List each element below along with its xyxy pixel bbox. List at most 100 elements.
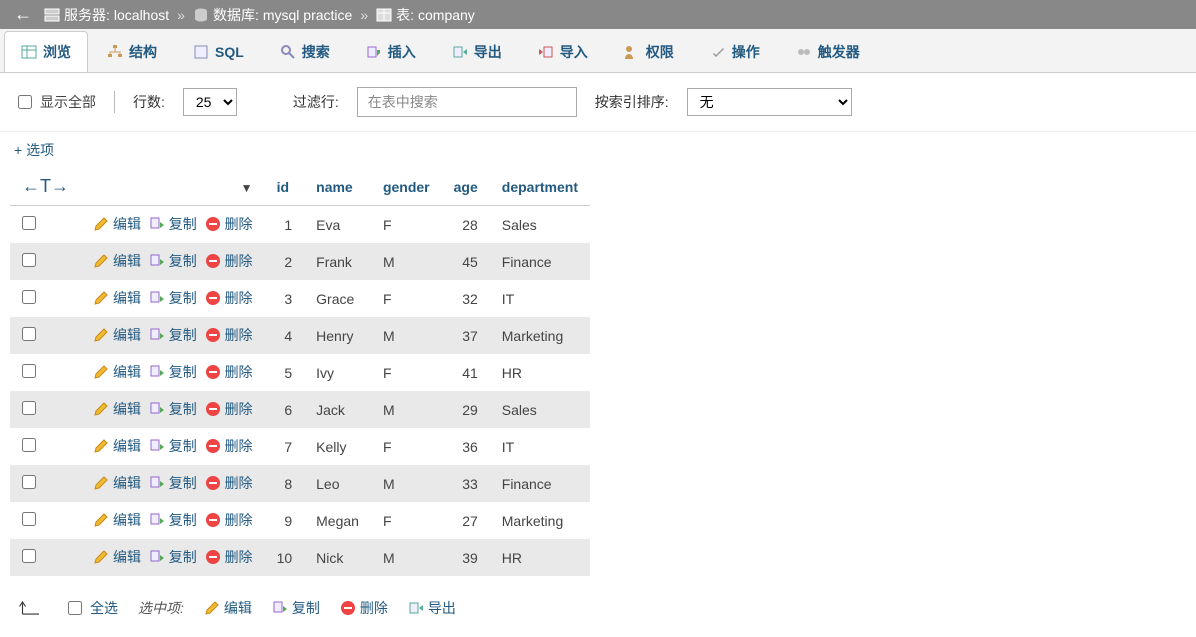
breadcrumb-sep: » xyxy=(177,7,185,23)
options-toggle[interactable]: + 选项 xyxy=(0,132,68,168)
cell-id: 1 xyxy=(265,206,305,244)
cell-department: IT xyxy=(490,280,590,317)
row-edit[interactable]: 编辑 xyxy=(93,325,141,345)
tab-import[interactable]: 导入 xyxy=(521,31,605,72)
tab-triggers[interactable]: 触发器 xyxy=(779,31,877,72)
col-arrows[interactable]: ←T→ xyxy=(10,168,81,206)
row-checkbox[interactable] xyxy=(22,475,36,489)
row-edit[interactable]: 编辑 xyxy=(93,362,141,382)
delete-icon xyxy=(205,253,221,269)
col-name[interactable]: name xyxy=(304,168,371,206)
cell-name: Nick xyxy=(304,539,371,576)
filter-label: 过滤行: xyxy=(293,92,339,112)
results-table: ←T→ ▼ id name gender age department 编辑 复… xyxy=(10,168,590,576)
tab-browse[interactable]: 浏览 xyxy=(4,31,88,72)
row-delete[interactable]: 删除 xyxy=(205,362,253,382)
cell-id: 8 xyxy=(265,465,305,502)
check-all[interactable]: 全选 xyxy=(68,598,118,618)
toolbar-sep xyxy=(114,91,115,113)
insert-icon xyxy=(366,44,382,60)
row-edit[interactable]: 编辑 xyxy=(93,214,141,234)
delete-icon xyxy=(205,475,221,491)
breadcrumb-table[interactable]: 表: company xyxy=(376,5,475,25)
row-copy[interactable]: 复制 xyxy=(149,251,197,271)
pencil-icon xyxy=(204,600,220,616)
row-edit[interactable]: 编辑 xyxy=(93,473,141,493)
row-delete[interactable]: 删除 xyxy=(205,510,253,530)
breadcrumb-server[interactable]: 服务器: localhost xyxy=(44,5,169,25)
tab-operations[interactable]: 操作 xyxy=(693,31,777,72)
pencil-icon xyxy=(93,512,109,528)
rows-select[interactable]: 25 xyxy=(183,88,237,116)
row-delete[interactable]: 删除 xyxy=(205,288,253,308)
filter-input[interactable] xyxy=(357,87,577,117)
row-edit[interactable]: 编辑 xyxy=(93,399,141,419)
row-checkbox[interactable] xyxy=(22,512,36,526)
row-delete[interactable]: 删除 xyxy=(205,251,253,271)
row-copy[interactable]: 复制 xyxy=(149,288,197,308)
row-delete[interactable]: 删除 xyxy=(205,399,253,419)
row-delete[interactable]: 删除 xyxy=(205,325,253,345)
breadcrumb-db[interactable]: 数据库: mysql practice xyxy=(193,5,352,25)
tab-sql[interactable]: SQL xyxy=(176,31,261,72)
tab-structure[interactable]: 结构 xyxy=(90,31,174,72)
back-arrow[interactable]: ← xyxy=(8,4,38,25)
table-value: company xyxy=(418,7,475,23)
row-checkbox[interactable] xyxy=(22,549,36,563)
operations-icon xyxy=(710,44,726,60)
footer-edit[interactable]: 编辑 xyxy=(204,598,252,618)
col-department[interactable]: department xyxy=(490,168,590,206)
row-delete[interactable]: 删除 xyxy=(205,473,253,493)
row-copy[interactable]: 复制 xyxy=(149,214,197,234)
delete-icon xyxy=(205,401,221,417)
footer-export[interactable]: 导出 xyxy=(408,598,456,618)
cell-id: 7 xyxy=(265,428,305,465)
row-checkbox[interactable] xyxy=(22,438,36,452)
footer-delete[interactable]: 删除 xyxy=(340,598,388,618)
col-gender[interactable]: gender xyxy=(371,168,442,206)
show-all-check[interactable]: 显示全部 xyxy=(18,92,96,112)
server-value: localhost xyxy=(114,7,169,23)
copy-icon xyxy=(149,327,165,343)
row-edit[interactable]: 编辑 xyxy=(93,436,141,456)
row-edit[interactable]: 编辑 xyxy=(93,547,141,567)
tab-privileges[interactable]: 权限 xyxy=(607,31,691,72)
show-all-checkbox[interactable] xyxy=(18,95,32,109)
row-delete[interactable]: 删除 xyxy=(205,436,253,456)
row-copy[interactable]: 复制 xyxy=(149,510,197,530)
tab-export[interactable]: 导出 xyxy=(435,31,519,72)
row-edit[interactable]: 编辑 xyxy=(93,510,141,530)
row-copy[interactable]: 复制 xyxy=(149,399,197,419)
row-copy[interactable]: 复制 xyxy=(149,325,197,345)
import-icon xyxy=(538,44,554,60)
row-checkbox[interactable] xyxy=(22,290,36,304)
row-edit[interactable]: 编辑 xyxy=(93,288,141,308)
row-checkbox[interactable] xyxy=(22,253,36,267)
sort-label: 按索引排序: xyxy=(595,92,669,112)
db-value: mysql practice xyxy=(263,7,352,23)
row-copy[interactable]: 复制 xyxy=(149,547,197,567)
sort-select[interactable]: 无 xyxy=(687,88,852,116)
cell-gender: M xyxy=(371,243,442,280)
check-all-checkbox[interactable] xyxy=(68,601,82,615)
col-id[interactable]: id xyxy=(265,168,305,206)
row-checkbox[interactable] xyxy=(22,216,36,230)
delete-icon xyxy=(205,327,221,343)
row-edit[interactable]: 编辑 xyxy=(93,251,141,271)
col-age[interactable]: age xyxy=(442,168,490,206)
row-checkbox[interactable] xyxy=(22,327,36,341)
cell-name: Ivy xyxy=(304,354,371,391)
row-checkbox[interactable] xyxy=(22,401,36,415)
cell-id: 9 xyxy=(265,502,305,539)
table-row: 编辑 复制 删除5IvyF41HR xyxy=(10,354,590,391)
row-copy[interactable]: 复制 xyxy=(149,436,197,456)
row-delete[interactable]: 删除 xyxy=(205,547,253,567)
footer-copy[interactable]: 复制 xyxy=(272,598,320,618)
tab-search[interactable]: 搜索 xyxy=(263,31,347,72)
row-delete[interactable]: 删除 xyxy=(205,214,253,234)
row-copy[interactable]: 复制 xyxy=(149,362,197,382)
row-copy[interactable]: 复制 xyxy=(149,473,197,493)
tab-insert[interactable]: 插入 xyxy=(349,31,433,72)
row-checkbox[interactable] xyxy=(22,364,36,378)
cell-name: Frank xyxy=(304,243,371,280)
